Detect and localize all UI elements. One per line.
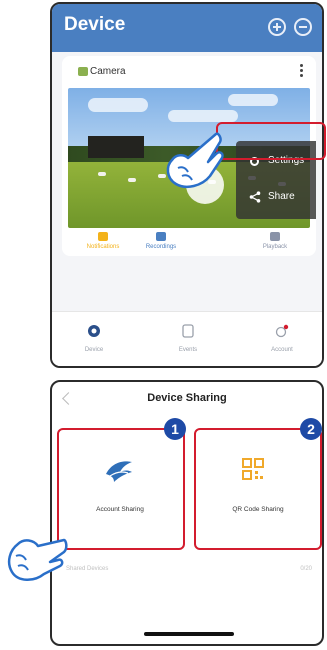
home-indicator <box>144 632 234 636</box>
tab-recordings[interactable]: Recordings <box>126 232 196 250</box>
share-icon <box>249 191 261 203</box>
shared-devices-label: Shared Devices <box>66 566 109 572</box>
nav-events[interactable]: Events <box>158 324 218 353</box>
tab-playback[interactable]: Playback <box>240 232 310 250</box>
menu-item-label: Share <box>268 191 295 202</box>
qr-sharing-highlight <box>194 428 322 550</box>
device-card-tabs: Notifications Recordings Playback <box>62 232 316 256</box>
nav-label: Device <box>84 347 104 353</box>
cow <box>98 172 106 176</box>
share-highlight <box>216 122 326 160</box>
menu-item-share[interactable]: Share <box>236 181 316 215</box>
step-badge-1: 1 <box>164 418 186 440</box>
camera-logo-icon <box>78 67 88 76</box>
folder-icon <box>156 232 166 241</box>
account-icon <box>275 324 289 338</box>
pointing-hand-icon <box>7 538 68 581</box>
step-badge-2: 2 <box>300 418 322 440</box>
page-title: Device Sharing <box>147 392 227 404</box>
tab-label: Recordings <box>145 244 177 250</box>
cow <box>128 178 136 182</box>
playback-icon <box>270 232 280 241</box>
cloud <box>228 94 278 106</box>
account-sharing-highlight <box>57 428 185 550</box>
shared-devices-count: 0/20 <box>300 566 312 572</box>
header: Device <box>52 4 322 52</box>
menu-icon[interactable] <box>294 18 312 36</box>
cloud <box>88 98 148 112</box>
device-name: Camera <box>90 66 126 77</box>
nav-label: Account <box>271 347 293 353</box>
barn <box>88 136 144 158</box>
pointing-hand-icon <box>166 132 224 188</box>
tab-label: Playback <box>262 244 288 250</box>
device-card-header: Camera <box>62 56 316 88</box>
bell-icon <box>98 232 108 241</box>
nav-label: Events <box>178 347 198 353</box>
cloud <box>168 110 238 122</box>
nav-account[interactable]: Account <box>252 324 312 353</box>
nav-device[interactable]: Device <box>64 324 124 353</box>
events-icon <box>182 324 194 338</box>
bottom-nav: Device Events Account <box>52 311 322 366</box>
more-options-icon[interactable] <box>300 62 304 82</box>
device-icon <box>88 325 100 337</box>
page-title: Device <box>64 14 126 35</box>
add-device-icon[interactable] <box>268 18 286 36</box>
